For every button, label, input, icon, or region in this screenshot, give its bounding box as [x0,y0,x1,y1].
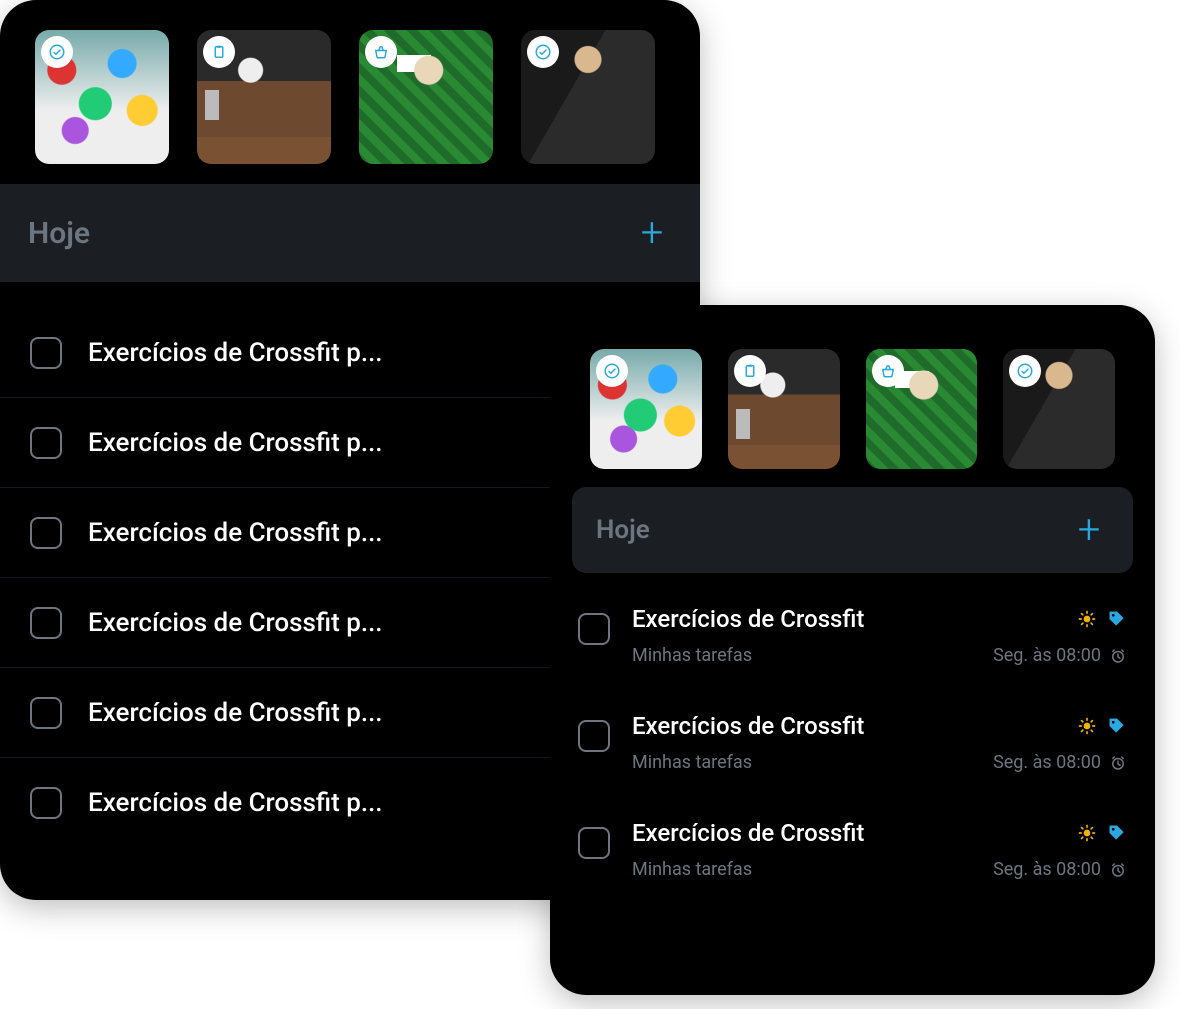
sun-icon [1077,609,1097,629]
task-row[interactable]: Exercícios de Crossfit Minhas tarefas Se… [572,795,1133,902]
task-checkbox[interactable] [30,337,62,369]
task-card-expanded: Hoje + Exercícios de Crossfit Minhas tar… [550,305,1155,995]
alarm-icon [1109,754,1127,772]
section-header: Hoje + [572,487,1133,573]
task-checkbox[interactable] [30,697,62,729]
task-title: Exercícios de Crossfit [632,819,864,847]
alarm-icon [1109,861,1127,879]
task-checkbox[interactable] [30,787,62,819]
task-checkbox[interactable] [578,827,610,859]
task-title: Exercícios de Crossfit p... [88,428,601,458]
check-icon [527,36,559,68]
task-checkbox[interactable] [578,720,610,752]
task-title: Exercícios de Crossfit p... [88,518,601,548]
category-thumb[interactable] [359,30,493,164]
task-title: Exercícios de Crossfit p... [88,608,601,638]
category-thumbnails [0,0,700,184]
category-thumb[interactable] [521,30,655,164]
category-thumb[interactable] [1003,349,1115,469]
task-subtitle: Minhas tarefas [632,752,752,773]
task-title: Exercícios de Crossfit [632,712,864,740]
task-checkbox[interactable] [578,613,610,645]
task-subtitle: Minhas tarefas [632,859,752,880]
tag-icon [1107,823,1127,843]
task-subtitle: Minhas tarefas [632,645,752,666]
task-title: Exercícios de Crossfit [632,605,864,633]
basket-icon [365,36,397,68]
category-thumb[interactable] [35,30,169,164]
add-task-button[interactable]: + [1069,510,1109,550]
section-title: Hoje [596,515,650,545]
task-time: Seg. às 08:00 [993,645,1101,666]
clipboard-icon [734,355,766,387]
category-thumb[interactable] [590,349,702,469]
basket-icon [872,355,904,387]
task-row[interactable]: Exercícios de Crossfit Minhas tarefas Se… [572,688,1133,795]
category-thumb[interactable] [197,30,331,164]
task-title: Exercícios de Crossfit p... [88,338,601,368]
task-title: Exercícios de Crossfit p... [88,788,601,818]
check-icon [41,36,73,68]
category-thumbnails [550,305,1155,487]
task-time: Seg. às 08:00 [993,752,1101,773]
task-title: Exercícios de Crossfit p... [88,698,601,728]
task-row[interactable]: Exercícios de Crossfit Minhas tarefas Se… [572,581,1133,688]
section-title: Hoje [28,216,90,251]
task-checkbox[interactable] [30,427,62,459]
add-task-button[interactable]: + [632,213,672,253]
check-icon [596,355,628,387]
task-list: Exercícios de Crossfit Minhas tarefas Se… [550,581,1155,902]
task-time: Seg. às 08:00 [993,859,1101,880]
task-checkbox[interactable] [30,607,62,639]
sun-icon [1077,716,1097,736]
tag-icon [1107,716,1127,736]
tag-icon [1107,609,1127,629]
sun-icon [1077,823,1097,843]
check-icon [1009,355,1041,387]
clipboard-icon [203,36,235,68]
section-header: Hoje + [0,184,700,282]
category-thumb[interactable] [866,349,978,469]
category-thumb[interactable] [728,349,840,469]
alarm-icon [1109,647,1127,665]
task-checkbox[interactable] [30,517,62,549]
